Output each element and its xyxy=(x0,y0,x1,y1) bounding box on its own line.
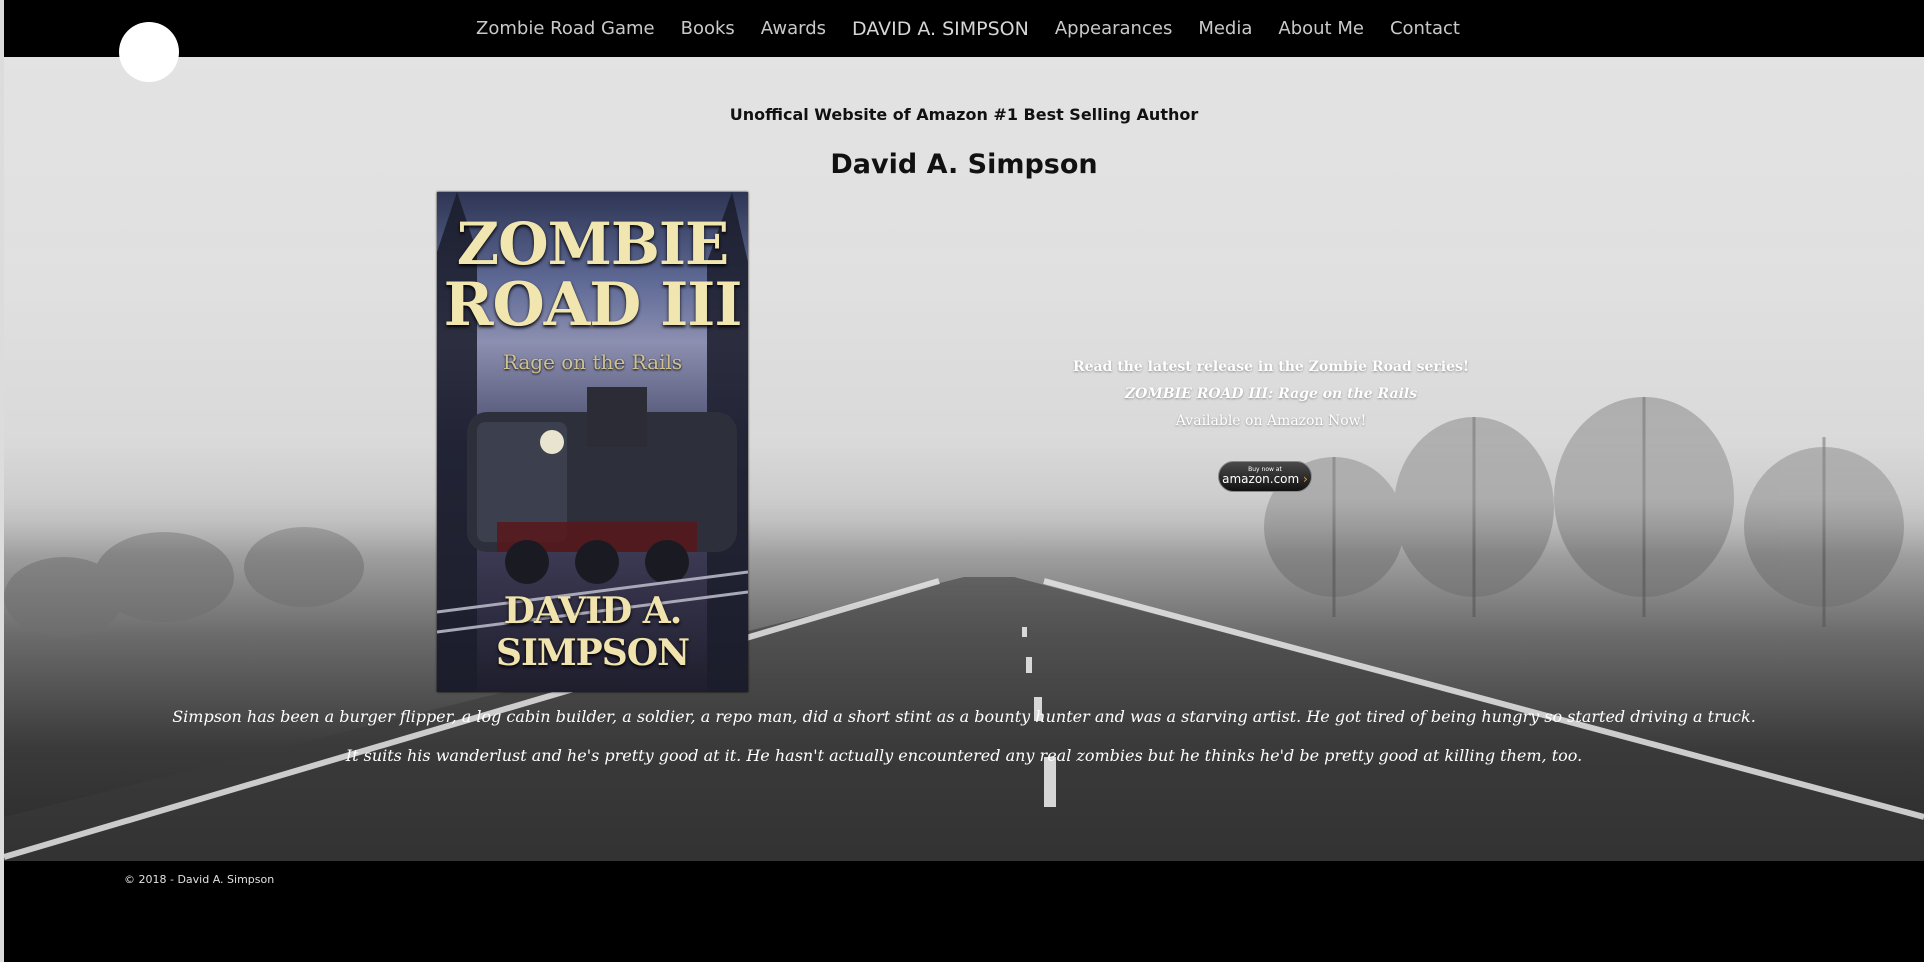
copyright-text: © 2018 - David A. Simpson xyxy=(124,873,275,886)
hero-section: Unoffical Website of Amazon #1 Best Sell… xyxy=(4,57,1924,861)
site-tagline: Unoffical Website of Amazon #1 Best Sell… xyxy=(729,105,1199,124)
nav-awards[interactable]: Awards xyxy=(761,18,826,39)
amazon-arrow-icon: › xyxy=(1303,472,1308,486)
promo-block: Read the latest release in the Zombie Ro… xyxy=(1044,359,1498,429)
buy-on-amazon-button[interactable]: Buy now at amazon.com › xyxy=(1218,461,1312,492)
bio-paragraph-1: Simpson has been a burger flipper, a log… xyxy=(172,707,1756,726)
top-navigation: Zombie Road Game Books Awards DAVID A. S… xyxy=(4,0,1924,57)
nav-zombie-road-game[interactable]: Zombie Road Game xyxy=(476,18,655,39)
cover-subtitle: Rage on the Rails xyxy=(502,350,683,374)
promo-line-2: ZOMBIE ROAD III: Rage on the Rails xyxy=(1124,386,1418,402)
book-cover-image[interactable]: ZOMBIE ROAD III Rage on the Rails DAVID … xyxy=(437,192,748,692)
nav-media[interactable]: Media xyxy=(1198,18,1252,39)
amazon-button-big-text: amazon.com xyxy=(1222,472,1300,486)
amazon-button-text: amazon.com › xyxy=(1219,473,1311,486)
cover-author: DAVID A. SIMPSON xyxy=(495,590,690,674)
bio-paragraph-2: It suits his wanderlust and he's pretty … xyxy=(345,746,1583,765)
promo-line-1: Read the latest release in the Zombie Ro… xyxy=(1072,359,1470,375)
nav-home-brand[interactable]: DAVID A. SIMPSON xyxy=(852,18,1029,40)
footer: © 2018 - David A. Simpson xyxy=(4,861,1924,962)
page-title: David A. Simpson xyxy=(830,149,1098,180)
cover-title-line2: ROAD III xyxy=(443,270,743,340)
nav-appearances[interactable]: Appearances xyxy=(1055,18,1172,39)
nav-about-me[interactable]: About Me xyxy=(1278,18,1364,39)
cover-title-line1: ZOMBIE xyxy=(456,210,729,278)
logo-circle[interactable] xyxy=(119,22,179,82)
nav-contact[interactable]: Contact xyxy=(1390,18,1460,39)
nav-books[interactable]: Books xyxy=(681,18,735,39)
promo-line-3: Available on Amazon Now! xyxy=(1175,413,1367,429)
